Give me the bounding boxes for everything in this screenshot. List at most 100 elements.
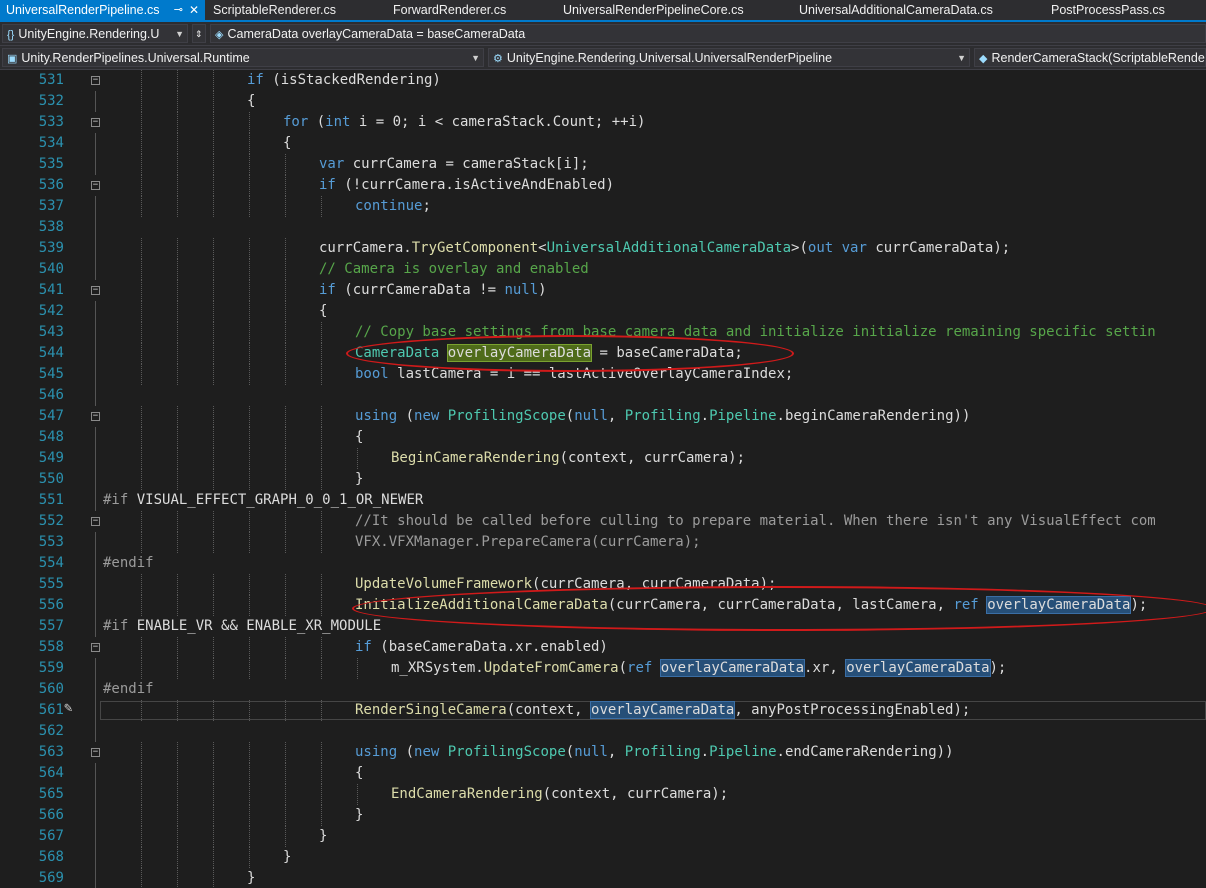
code-line[interactable]: } <box>355 805 363 826</box>
indent-guide <box>141 343 142 364</box>
indent-guide <box>285 322 286 343</box>
member-dropdown[interactable]: ◈ CameraData overlayCameraData = baseCame… <box>210 24 1206 43</box>
close-icon[interactable]: ✕ <box>189 0 199 20</box>
indent-guide <box>177 280 178 301</box>
indent-guide <box>249 448 250 469</box>
indent-guide <box>249 364 250 385</box>
line-number: 561 <box>38 702 64 718</box>
tab-post-process-pass[interactable]: PostProcessPass.cs <box>1051 0 1201 20</box>
tab-universal-render-pipeline-core[interactable]: UniversalRenderPipelineCore.cs <box>563 0 783 20</box>
indent-guide <box>285 280 286 301</box>
code-line[interactable]: if (currCameraData != null) <box>319 280 547 301</box>
code-line[interactable]: m_XRSystem.UpdateFromCamera(ref overlayC… <box>391 658 1006 679</box>
indent-guide <box>177 763 178 784</box>
namespace-dropdown-value: UnityEngine.Rendering.U <box>18 27 160 41</box>
code-line[interactable]: //It should be called before culling to … <box>355 511 1156 532</box>
namespace-dropdown[interactable]: {} UnityEngine.Rendering.U ▼ <box>2 24 188 43</box>
code-line[interactable]: continue; <box>355 196 431 217</box>
collapse-icon[interactable]: − <box>91 643 100 652</box>
code-line[interactable]: } <box>355 469 363 490</box>
annotation-circle-line-556 <box>352 586 1206 631</box>
method-dropdown[interactable]: ◆ RenderCameraStack(ScriptableRende <box>974 48 1206 67</box>
code-line[interactable]: EndCameraRendering(context, currCamera); <box>391 784 728 805</box>
collapse-icon[interactable]: − <box>91 517 100 526</box>
code-line[interactable]: { <box>355 427 363 448</box>
code-line[interactable]: if (isStackedRendering) <box>247 70 441 91</box>
code-editor[interactable]: ✎ 531 − if (isStackedRendering) 532 {533 − for… <box>0 70 1206 888</box>
code-token: EndCameraRendering <box>391 786 543 802</box>
code-line[interactable]: RenderSingleCamera(context, overlayCamer… <box>355 700 970 721</box>
code-line[interactable]: } <box>283 847 291 868</box>
indicator-margin <box>0 70 18 888</box>
code-line[interactable]: #if ENABLE_VR && ENABLE_XR_MODULE <box>103 616 381 637</box>
collapse-icon[interactable]: − <box>91 181 100 190</box>
indent-guide <box>321 511 322 532</box>
indent-guide <box>285 742 286 763</box>
outline-line <box>95 847 96 868</box>
indent-guide <box>213 532 214 553</box>
tab-universal-render-pipeline[interactable]: UniversalRenderPipeline.cs ⊸ ✕ <box>0 0 205 20</box>
code-line[interactable]: #if VISUAL_EFFECT_GRAPH_0_0_1_OR_NEWER <box>103 490 423 511</box>
code-line[interactable]: if (baseCameraData.xr.enabled) <box>355 637 608 658</box>
class-dropdown[interactable]: ⚙ UnityEngine.Rendering.Universal.Univers… <box>488 48 970 67</box>
indent-guide <box>249 532 250 553</box>
indent-guide <box>141 868 142 888</box>
collapse-icon[interactable]: − <box>91 76 100 85</box>
indent-guide <box>141 658 142 679</box>
indent-guide <box>249 196 250 217</box>
code-line[interactable]: BeginCameraRendering(context, currCamera… <box>391 448 745 469</box>
indent-guide <box>249 742 250 763</box>
code-line[interactable]: for (int i = 0; i < cameraStack.Count; +… <box>283 112 645 133</box>
code-line[interactable]: { <box>283 133 291 154</box>
outline-line <box>95 826 96 847</box>
indent-guide <box>357 658 358 679</box>
code-token: ( <box>618 660 628 676</box>
code-token: ProfilingScope <box>447 408 566 424</box>
indent-guide <box>141 700 142 721</box>
code-token: if <box>319 177 336 193</box>
code-line[interactable]: #endif <box>103 553 154 574</box>
quick-action-icon[interactable]: ✎ <box>64 700 72 716</box>
indent-guide <box>285 784 286 805</box>
chevron-down-icon: ▼ <box>957 53 966 63</box>
code-line[interactable]: { <box>355 763 363 784</box>
code-line[interactable]: using (new ProfilingScope(null, Profilin… <box>355 406 970 427</box>
collapse-icon[interactable]: − <box>91 118 100 127</box>
code-line[interactable]: { <box>247 91 255 112</box>
tab-scriptable-renderer[interactable]: ScriptableRenderer.cs <box>213 0 373 20</box>
tab-forward-renderer[interactable]: ForwardRenderer.cs <box>393 0 543 20</box>
code-token: UpdateFromCamera <box>483 660 619 676</box>
code-line[interactable]: // Camera is overlay and enabled <box>319 259 589 280</box>
chevron-down-icon: ▼ <box>175 29 184 39</box>
code-line[interactable]: using (new ProfilingScope(null, Profilin… <box>355 742 954 763</box>
code-token: { <box>319 303 328 319</box>
code-token: overlayCameraData <box>590 701 736 719</box>
indent-guide <box>177 406 178 427</box>
split-toggle-button[interactable]: ⇕ <box>192 24 206 43</box>
collapse-icon[interactable]: − <box>91 286 100 295</box>
indent-guide <box>285 343 286 364</box>
line-number: 566 <box>38 807 64 823</box>
indent-guide <box>141 133 142 154</box>
code-line[interactable]: { <box>319 301 327 322</box>
indent-guide <box>213 763 214 784</box>
indent-guide <box>177 574 178 595</box>
code-line[interactable]: } <box>319 826 327 847</box>
code-line[interactable]: } <box>247 868 255 888</box>
collapse-icon[interactable]: − <box>91 412 100 421</box>
project-dropdown[interactable]: ▣ Unity.RenderPipelines.Universal.Runtime… <box>2 48 484 67</box>
code-line[interactable]: if (!currCamera.isActiveAndEnabled) <box>319 175 614 196</box>
indent-guide <box>321 406 322 427</box>
tab-universal-additional-camera-data[interactable]: UniversalAdditionalCameraData.cs <box>799 0 1039 20</box>
csharp-project-icon: ▣ <box>7 53 18 65</box>
indent-guide <box>249 574 250 595</box>
code-line[interactable]: VFX.VFXManager.PrepareCamera(currCamera)… <box>355 532 701 553</box>
code-token: , <box>607 744 625 760</box>
collapse-icon[interactable]: − <box>91 748 100 757</box>
pin-icon[interactable]: ⊸ <box>174 0 183 20</box>
code-line[interactable]: currCamera.TryGetComponent<UniversalAddi… <box>319 238 1010 259</box>
code-line[interactable]: var currCamera = cameraStack[i]; <box>319 154 589 175</box>
line-number: 536 <box>38 177 64 193</box>
code-line[interactable]: #endif <box>103 679 154 700</box>
outline-line <box>95 784 96 805</box>
